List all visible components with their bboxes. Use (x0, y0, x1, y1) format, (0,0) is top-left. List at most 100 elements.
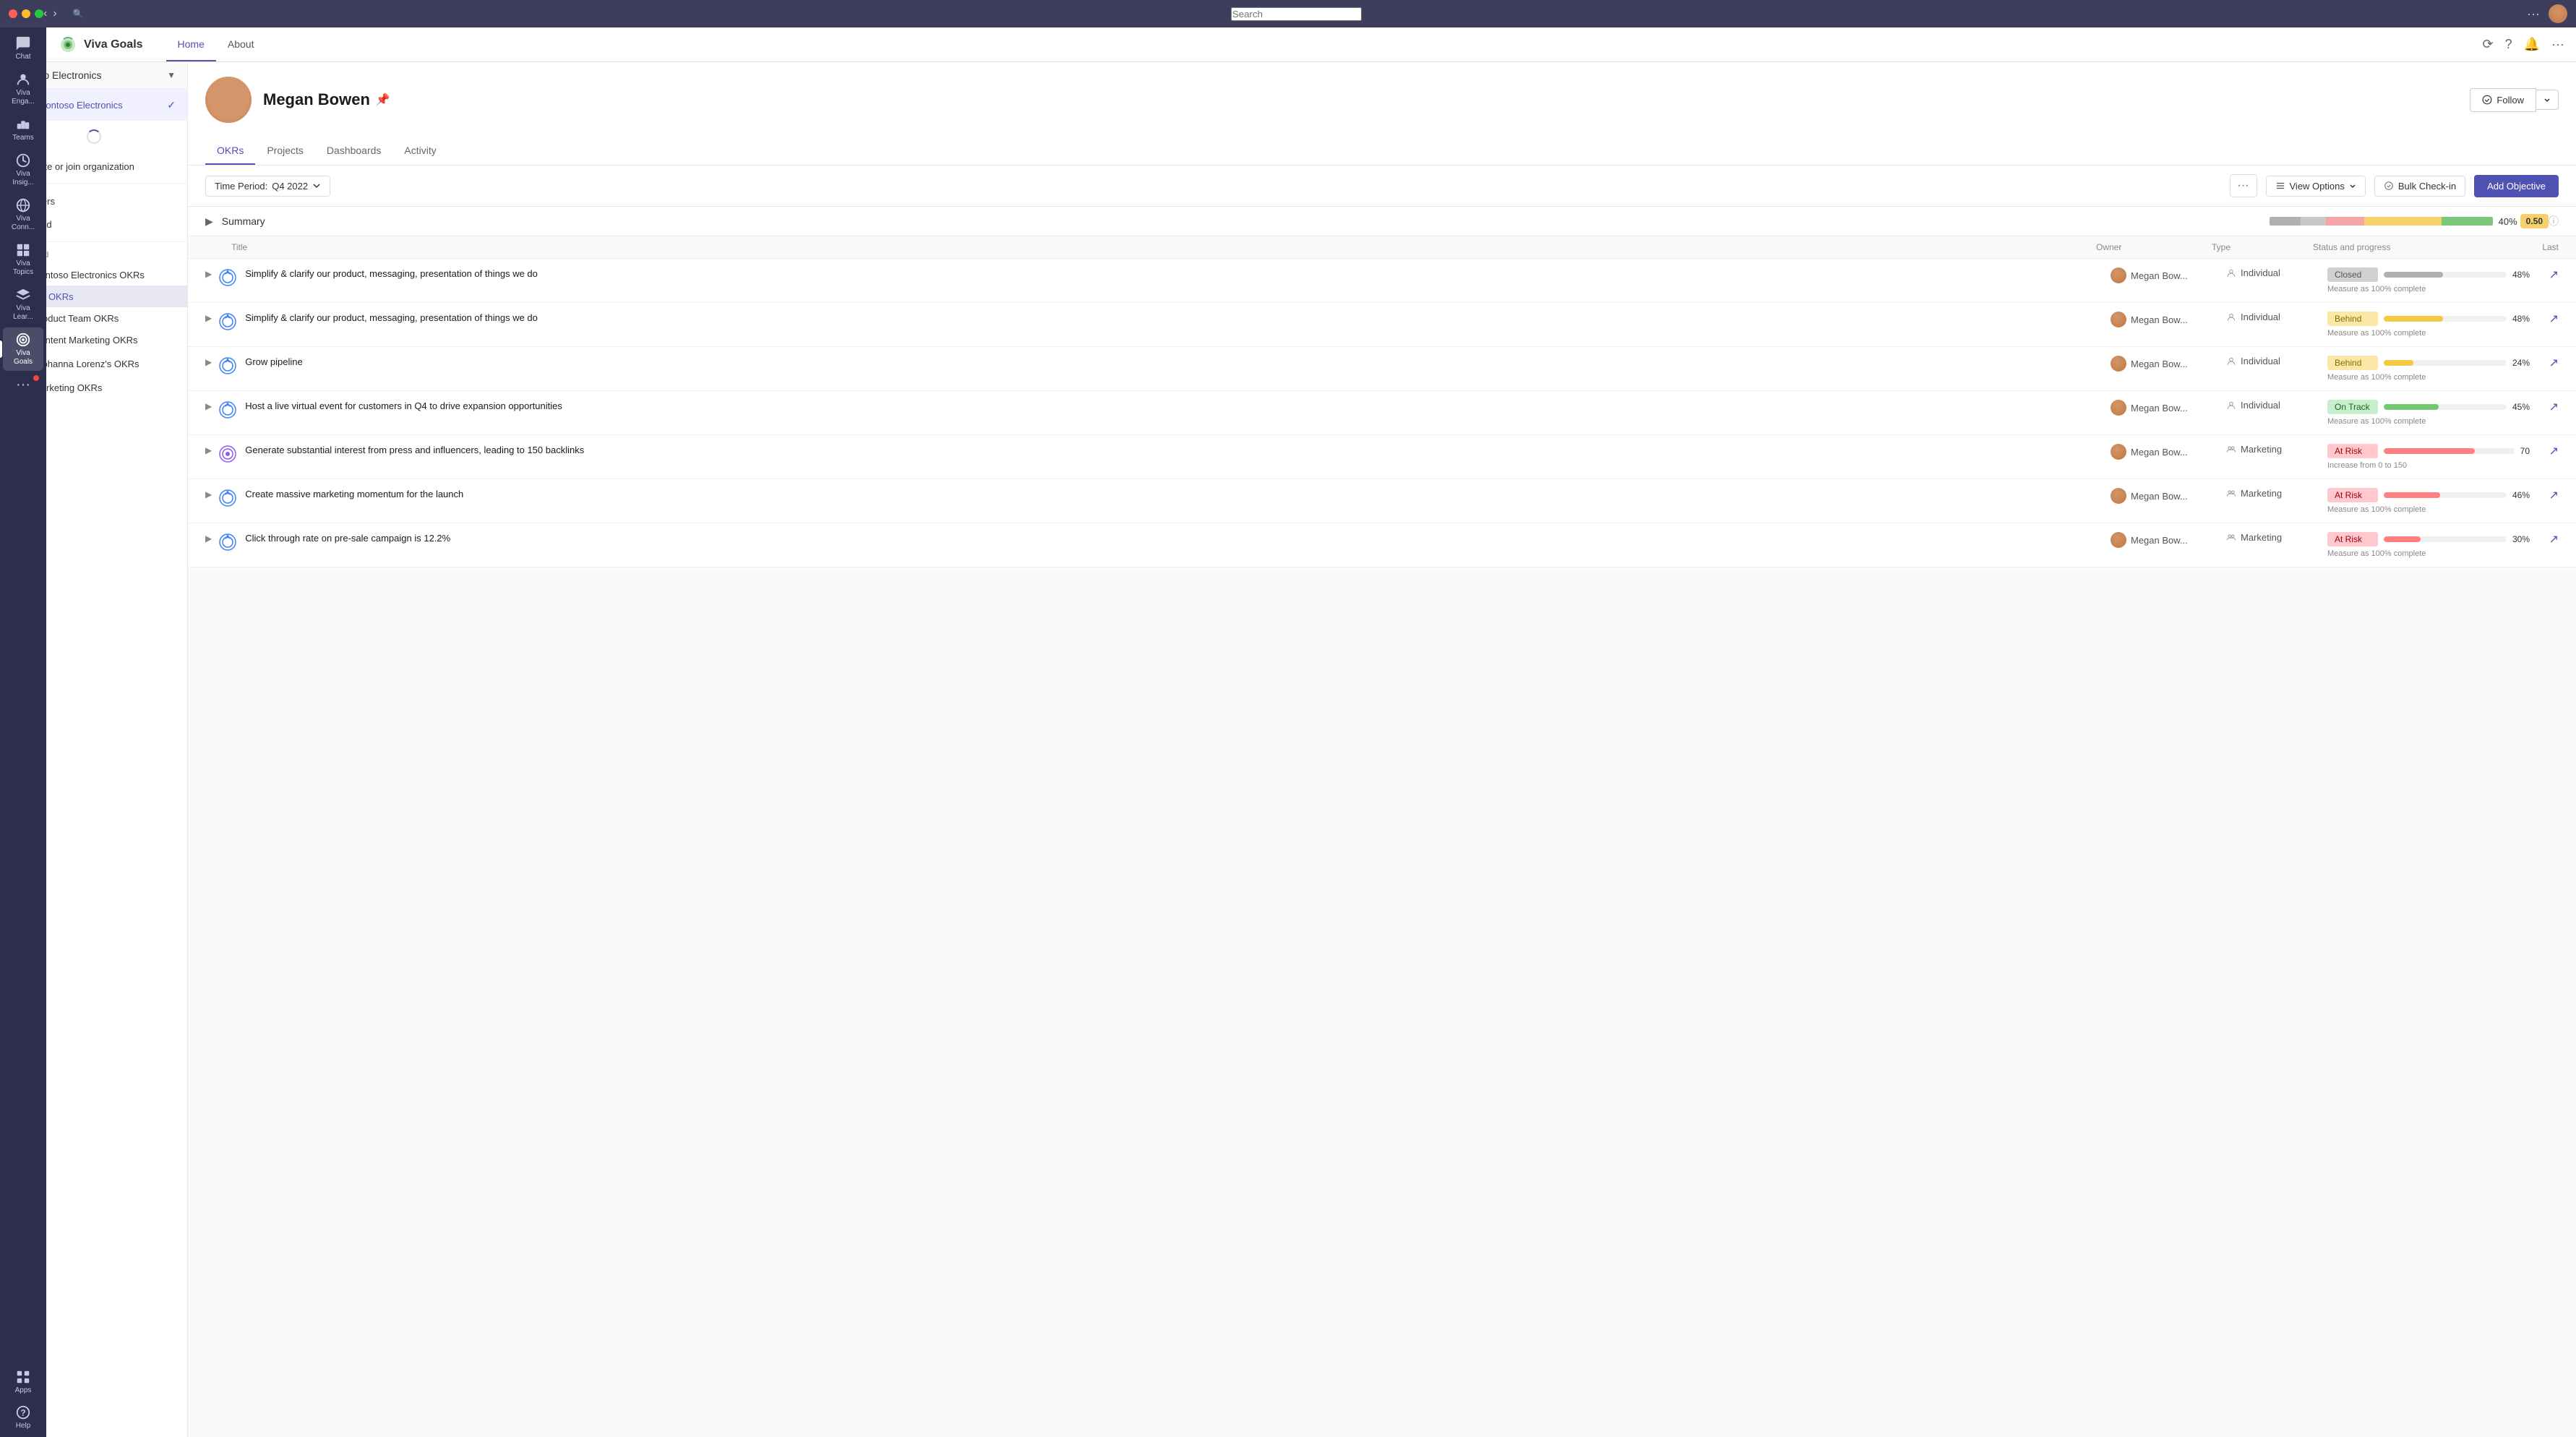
owner-name: Megan Bow... (2131, 403, 2188, 413)
titlebar-more-button[interactable]: ··· (2527, 7, 2540, 22)
teams-icon (15, 116, 31, 132)
row-action-icon[interactable]: ↗ (2549, 267, 2559, 282)
row-action-icon[interactable]: ↗ (2549, 400, 2559, 414)
row-expand-icon[interactable]: ▶ (205, 401, 212, 411)
row-goal-icon (218, 532, 238, 552)
row-expand-icon[interactable]: ▶ (205, 533, 212, 544)
summary-progress-bar (2270, 217, 2493, 226)
sidebar-item-help[interactable]: ? Help (3, 1400, 43, 1436)
follow-button[interactable]: Follow (2470, 88, 2536, 112)
bar-segment-3 (2326, 217, 2364, 226)
main-content: Megan Bowen 📌 Follow OKRs Projects (188, 62, 2576, 1437)
row-action-icon[interactable]: ↗ (2549, 356, 2559, 370)
owner-name: Megan Bow... (2131, 491, 2188, 502)
summary-info-icon[interactable]: ⓘ (2549, 214, 2559, 228)
profile-tab-activity[interactable]: Activity (392, 137, 447, 165)
sidebar-item-apps[interactable]: Apps (3, 1365, 43, 1399)
sidebar-item-viva-topics[interactable]: Viva Topics (3, 238, 43, 281)
progress-pct: 45% (2512, 402, 2530, 412)
notification-badge (33, 375, 39, 381)
table-row[interactable]: ▶ Generate substantial interest from pre… (188, 435, 2576, 479)
insights-icon (15, 153, 31, 168)
row-expand-icon[interactable]: ▶ (205, 357, 212, 367)
forward-button[interactable]: › (53, 7, 56, 20)
row-expand-icon[interactable]: ▶ (205, 313, 212, 323)
follow-label: Follow (2496, 95, 2524, 106)
team-type-icon (2226, 533, 2236, 543)
row-action-icon[interactable]: ↗ (2549, 312, 2559, 326)
row-owner: Megan Bow... (2111, 444, 2226, 460)
nav-more-icon[interactable]: ··· (2551, 37, 2564, 52)
sidebar-item-viva-engage[interactable]: Viva Enga... (3, 67, 43, 111)
table-row[interactable]: ▶ Grow pipeline Megan Bow... Individual … (188, 347, 2576, 391)
view-options-button[interactable]: View Options (2266, 176, 2366, 197)
status-badge-row: Behind 48% (2327, 312, 2530, 326)
sidebar-item-more-options[interactable]: ··· (3, 372, 43, 398)
help-icon: ? (15, 1404, 31, 1420)
table-row[interactable]: ▶ Click through rate on pre-sale campaig… (188, 523, 2576, 567)
minimize-dot[interactable] (22, 9, 30, 18)
pin-icon: 📌 (376, 93, 390, 107)
sidebar-item-teams[interactable]: Teams (3, 112, 43, 147)
follow-dropdown-button[interactable] (2536, 90, 2559, 110)
tab-about[interactable]: About (216, 28, 266, 61)
row-owner: Megan Bow... (2111, 267, 2226, 283)
help-nav-icon[interactable]: ? (2505, 37, 2512, 52)
profile-tab-projects[interactable]: Projects (255, 137, 315, 165)
row-goal-icon (218, 400, 238, 420)
marketing-goal-icon (218, 444, 238, 464)
titlebar-right: ··· (2527, 4, 2567, 23)
time-period-button[interactable]: Time Period: Q4 2022 (205, 176, 330, 197)
follow-button-area: Follow (2470, 88, 2559, 112)
table-row[interactable]: ▶ Simplify & clarify our product, messag… (188, 303, 2576, 347)
okr-table: ▶ Summary 40% 0.50 ⓘ Title (188, 207, 2576, 567)
view-options-icon (2275, 181, 2285, 191)
back-button[interactable]: ‹ (43, 7, 47, 20)
search-input[interactable] (1231, 7, 1362, 21)
table-row[interactable]: ▶ Host a live virtual event for customer… (188, 391, 2576, 435)
row-expand-icon[interactable]: ▶ (205, 269, 212, 279)
bell-icon[interactable]: 🔔 (2524, 37, 2540, 52)
viva-goals-logo-icon (58, 35, 78, 55)
sidebar-item-viva-goals[interactable]: Viva Goals (3, 327, 43, 371)
row-goal-icon (218, 356, 238, 376)
toolbar-more-button[interactable]: ··· (2230, 174, 2257, 197)
sidebar-item-viva-insights[interactable]: Viva Insig... (3, 148, 43, 192)
tab-home[interactable]: Home (166, 28, 216, 61)
maximize-dot[interactable] (35, 9, 43, 18)
profile-tab-okrs[interactable]: OKRs (205, 137, 255, 165)
row-owner: Megan Bow... (2111, 356, 2226, 372)
row-action-icon[interactable]: ↗ (2549, 532, 2559, 546)
sidebar-item-viva-learning[interactable]: Viva Lear... (3, 283, 43, 326)
row-status: On Track 45% Measure as 100% complete (2327, 400, 2530, 426)
table-row[interactable]: ▶ Create massive marketing momentum for … (188, 479, 2576, 523)
profile-tab-dashboards[interactable]: Dashboards (315, 137, 393, 165)
status-block: On Track 45% Measure as 100% complete (2327, 400, 2530, 426)
status-badge-row: At Risk 46% (2327, 488, 2530, 502)
status-badge: On Track (2327, 400, 2378, 414)
row-title-area: Simplify & clarify our product, messagin… (245, 312, 2111, 325)
row-title-area: Grow pipeline (245, 356, 2111, 369)
sidebar-item-viva-connections[interactable]: Viva Conn... (3, 193, 43, 236)
bulk-checkin-button[interactable]: Bulk Check-in (2374, 176, 2465, 197)
row-expand-icon[interactable]: ▶ (205, 489, 212, 499)
table-row[interactable]: ▶ Simplify & clarify our product, messag… (188, 259, 2576, 303)
row-action-icon[interactable]: ↗ (2549, 488, 2559, 502)
row-action-icon[interactable]: ↗ (2549, 444, 2559, 458)
add-objective-button[interactable]: Add Objective (2474, 175, 2559, 197)
type-label: Marketing (2241, 532, 2282, 543)
summary-label: Summary (222, 215, 265, 227)
user-avatar[interactable] (2549, 4, 2567, 23)
status-badge: Closed (2327, 267, 2378, 282)
owner-avatar (2111, 488, 2126, 504)
view-options-chevron-icon (2349, 182, 2356, 189)
row-action: ↗ (2530, 532, 2559, 546)
summary-expand-icon[interactable]: ▶ (205, 215, 213, 228)
refresh-icon[interactable]: ⟳ (2482, 37, 2493, 52)
sidebar-item-chat[interactable]: Chat (3, 31, 43, 66)
bar-segment-4 (2364, 217, 2441, 226)
row-expand-icon[interactable]: ▶ (205, 445, 212, 455)
col-header-last: Last (2515, 242, 2559, 252)
close-dot[interactable] (9, 9, 17, 18)
row-type: Marketing (2226, 532, 2327, 543)
